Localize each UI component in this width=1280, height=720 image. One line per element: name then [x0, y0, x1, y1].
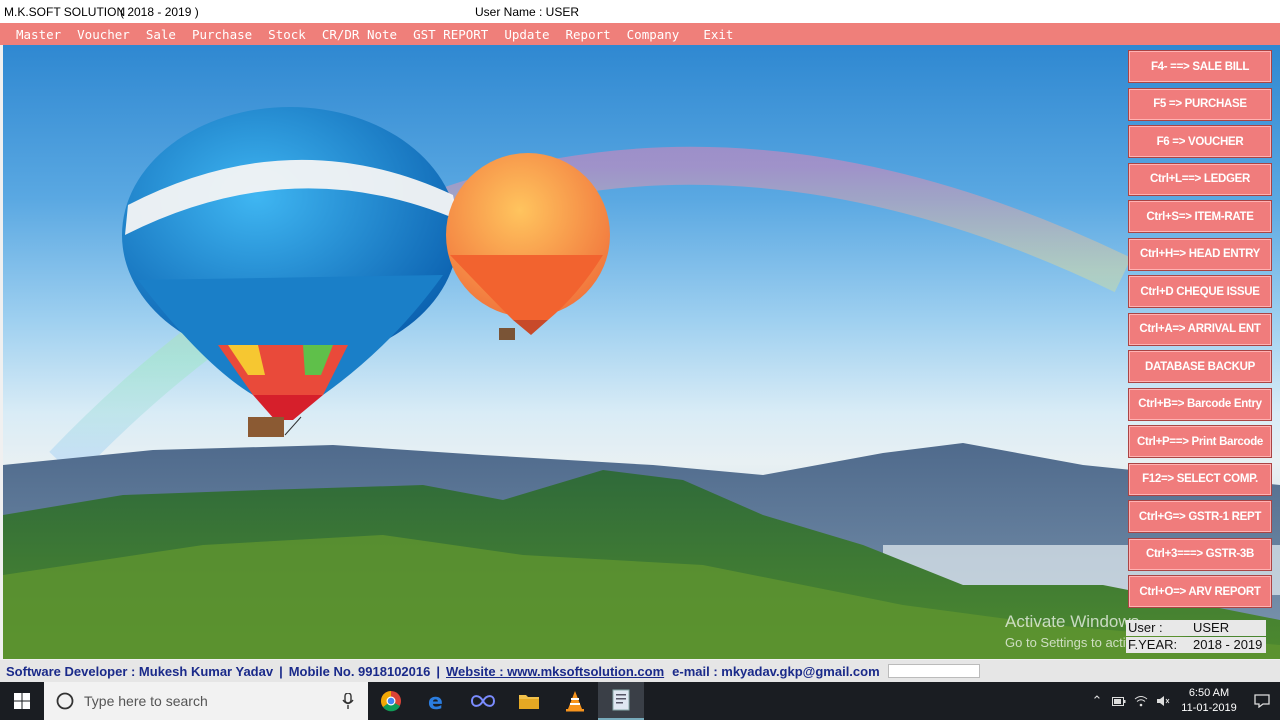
battery-icon[interactable]	[1108, 696, 1130, 706]
clock-date: 11-01-2019	[1181, 702, 1237, 714]
user-value: USER	[1190, 620, 1266, 636]
financial-year-title: ( 2018 - 2019 )	[120, 5, 199, 19]
edge-icon[interactable]: e	[414, 682, 460, 720]
title-bar: M.K.SOFT SOLUTION ( 2018 - 2019 ) User N…	[0, 0, 1280, 23]
menu-company[interactable]: Company	[619, 27, 688, 42]
arrival-entry-button[interactable]: Ctrl+A=> ARRIVAL ENT	[1128, 312, 1272, 346]
user-label: User :	[1126, 620, 1190, 636]
developer-email: e-mail : mkyadav.gkp@gmail.com	[672, 663, 880, 679]
ledger-button[interactable]: Ctrl+L==> LEDGER	[1128, 162, 1272, 196]
fyear-value: 2018 - 2019	[1190, 637, 1266, 653]
shortcut-panel: F4- ==> SALE BILL F5 => PURCHASE F6 => V…	[1128, 50, 1272, 613]
menu-update[interactable]: Update	[496, 27, 557, 42]
print-barcode-button[interactable]: Ctrl+P==> Print Barcode	[1128, 425, 1272, 458]
vlc-icon[interactable]	[552, 682, 598, 720]
sale-bill-button[interactable]: F4- ==> SALE BILL	[1128, 50, 1272, 83]
chevron-up-icon[interactable]: ⌃	[1086, 693, 1108, 709]
microphone-icon[interactable]	[342, 693, 354, 709]
windows-logo-icon	[14, 693, 30, 709]
purchase-button[interactable]: F5 => PURCHASE	[1128, 87, 1272, 121]
website-link[interactable]: Website : www.mksoftsolution.com	[446, 664, 664, 679]
cheque-issue-button[interactable]: Ctrl+D CHEQUE ISSUE	[1128, 275, 1272, 308]
status-field	[887, 664, 980, 678]
menu-gst-report[interactable]: GST REPORT	[405, 27, 496, 42]
menu-cr-dr-note[interactable]: CR/DR Note	[314, 27, 405, 42]
voucher-button[interactable]: F6 => VOUCHER	[1128, 125, 1272, 158]
user-name-label: User Name : USER	[475, 5, 580, 19]
wifi-icon[interactable]	[1130, 695, 1152, 707]
notification-center-icon[interactable]	[1244, 694, 1280, 708]
menu-master[interactable]: Master	[0, 27, 69, 42]
document-app-icon[interactable]	[598, 682, 644, 720]
search-placeholder: Type here to search	[84, 693, 208, 709]
volume-muted-icon[interactable]	[1152, 695, 1174, 707]
item-rate-button[interactable]: Ctrl+S=> ITEM-RATE	[1128, 200, 1272, 233]
hot-air-balloon-small	[446, 153, 610, 340]
search-icon	[56, 692, 74, 710]
menu-stock[interactable]: Stock	[260, 27, 314, 42]
menu-exit[interactable]: Exit	[687, 27, 741, 42]
user-info-box: User : USER F.YEAR: 2018 - 2019	[1126, 620, 1266, 653]
infinity-icon[interactable]	[460, 682, 506, 720]
developer-mobile: Mobile No. 9918102016	[288, 663, 431, 679]
chrome-icon[interactable]	[368, 682, 414, 720]
footer-separator: |	[279, 663, 283, 679]
fyear-label: F.YEAR:	[1126, 637, 1190, 653]
database-backup-button[interactable]: DATABASE BACKUP	[1128, 350, 1272, 383]
barcode-entry-button[interactable]: Ctrl+B=> Barcode Entry	[1128, 387, 1272, 421]
windows-taskbar: Type here to search e ⌃ 6:50 AM 11-01-20…	[0, 682, 1280, 720]
menu-sale[interactable]: Sale	[138, 27, 184, 42]
head-entry-button[interactable]: Ctrl+H=> HEAD ENTRY	[1128, 237, 1272, 271]
balloon-landscape-illustration	[3, 107, 1280, 659]
menu-report[interactable]: Report	[558, 27, 619, 42]
menu-purchase[interactable]: Purchase	[184, 27, 260, 42]
taskbar-search-box[interactable]: Type here to search	[44, 682, 368, 720]
svg-text:e: e	[428, 690, 443, 712]
file-explorer-icon[interactable]	[506, 682, 552, 720]
start-button[interactable]	[0, 682, 44, 720]
background-image	[3, 45, 1280, 659]
gstr3b-button[interactable]: Ctrl+3===> GSTR-3B	[1128, 537, 1272, 571]
taskbar-clock[interactable]: 6:50 AM 11-01-2019	[1174, 686, 1244, 716]
select-company-button[interactable]: F12=> SELECT COMP.	[1128, 462, 1272, 496]
footer-separator: |	[436, 663, 440, 679]
developer-footer: Software Developer : Mukesh Kumar Yadav …	[0, 660, 1280, 682]
clock-time: 6:50 AM	[1188, 687, 1230, 699]
gstr1-report-button[interactable]: Ctrl+G=> GSTR-1 REPT	[1128, 500, 1272, 533]
arv-report-button[interactable]: Ctrl+O=> ARV REPORT	[1128, 575, 1272, 608]
menu-bar: Master Voucher Sale Purchase Stock CR/DR…	[0, 23, 1280, 45]
system-tray: ⌃ 6:50 AM 11-01-2019	[1086, 682, 1280, 720]
menu-voucher[interactable]: Voucher	[69, 27, 138, 42]
app-title: M.K.SOFT SOLUTION	[4, 5, 126, 19]
developer-name: Software Developer : Mukesh Kumar Yadav	[6, 663, 274, 679]
